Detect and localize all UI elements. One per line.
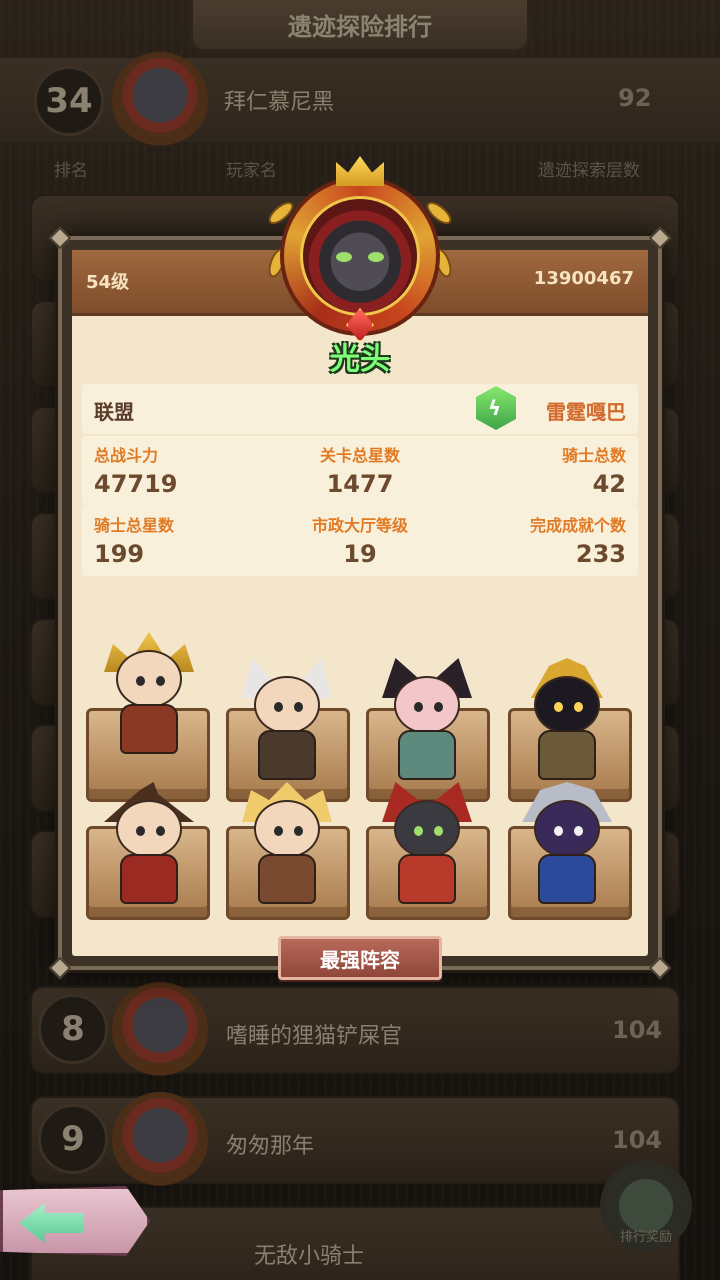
player-id: 13900467 — [533, 268, 634, 289]
my-rank-row: 34 拜仁慕尼黑 92 — [0, 52, 720, 148]
row-rank: 8 — [38, 994, 108, 1064]
strongest-team-grid — [82, 590, 638, 930]
alliance-name[interactable]: 雷霆嘎巴 — [546, 396, 626, 425]
player-name: 光头 — [330, 342, 390, 377]
row-rank: 9 — [38, 1104, 108, 1174]
alliance-label: 联盟 — [94, 400, 134, 424]
avatar-portrait — [300, 196, 420, 316]
hero-red-hood-cat[interactable] — [372, 780, 482, 906]
my-rank-number: 34 — [34, 66, 104, 136]
alliance-row: 联盟 ϟ 雷霆嘎巴 — [82, 384, 638, 434]
player-level: 54级 — [86, 272, 130, 293]
stat-label: 完成成就个数 — [529, 516, 626, 535]
hero-witch-hat[interactable] — [94, 780, 204, 906]
hero-hooded-mage[interactable] — [512, 656, 622, 782]
row-avatar — [112, 982, 208, 1078]
row-avatar — [112, 1092, 208, 1188]
header-depth: 遗迹探索层数 — [538, 161, 640, 181]
stats-row: 总战斗力 47719 关卡总星数 1477 骑士总数 42 — [82, 436, 638, 506]
stat-achievements: 完成成就个数 233 — [530, 512, 626, 568]
lightning-icon: ϟ — [476, 386, 516, 430]
ranking-title: 遗迹探险排行 — [190, 0, 530, 52]
stat-value: 1477 — [326, 470, 394, 498]
crown-icon — [336, 156, 384, 186]
stat-label: 骑士总数 — [561, 446, 626, 465]
hero-crowned-knight[interactable] — [94, 630, 204, 756]
avatar-eye — [336, 252, 352, 262]
my-name: 拜仁慕尼黑 — [224, 90, 335, 115]
back-button[interactable] — [0, 1186, 150, 1256]
stats-row: 骑士总星数 199 市政大厅等级 19 完成成就个数 233 — [82, 506, 638, 576]
row-name: 匆匆那年 — [226, 1134, 315, 1159]
table-row[interactable]: 8 嗜睡的狸猫铲屎官 104 — [30, 982, 680, 1078]
stat-value: 233 — [575, 540, 626, 568]
table-row[interactable]: 9 匆匆那年 104 — [30, 1092, 680, 1188]
stat-total-stage-stars: 关卡总星数 1477 — [82, 442, 638, 498]
stat-total-knights: 骑士总数 42 — [562, 442, 626, 498]
stat-value: 42 — [592, 470, 626, 498]
hero-wolf-warrior[interactable] — [232, 656, 342, 782]
hero-pink-hair-girl[interactable] — [372, 656, 482, 782]
back-arrow-icon — [19, 1203, 83, 1243]
player-avatar-emblem[interactable] — [265, 156, 455, 346]
header-rank: 排名 — [54, 161, 88, 181]
rank-reward-label: 排行奖励 — [619, 1230, 672, 1245]
stat-label: 关卡总星数 — [319, 446, 400, 465]
my-score: 92 — [618, 84, 652, 112]
hero-armored-drill[interactable] — [512, 780, 622, 906]
hero-blonde-boy[interactable] — [232, 780, 342, 906]
strongest-team-button[interactable]: 最强阵容 — [278, 936, 442, 980]
row-score: 104 — [612, 1016, 663, 1044]
row-score: 104 — [612, 1126, 663, 1154]
my-avatar — [112, 52, 208, 148]
row-name: 无敌小骑士 — [254, 1244, 365, 1269]
avatar-eye — [368, 252, 384, 262]
row-name: 嗜睡的狸猫铲屎官 — [226, 1024, 403, 1049]
